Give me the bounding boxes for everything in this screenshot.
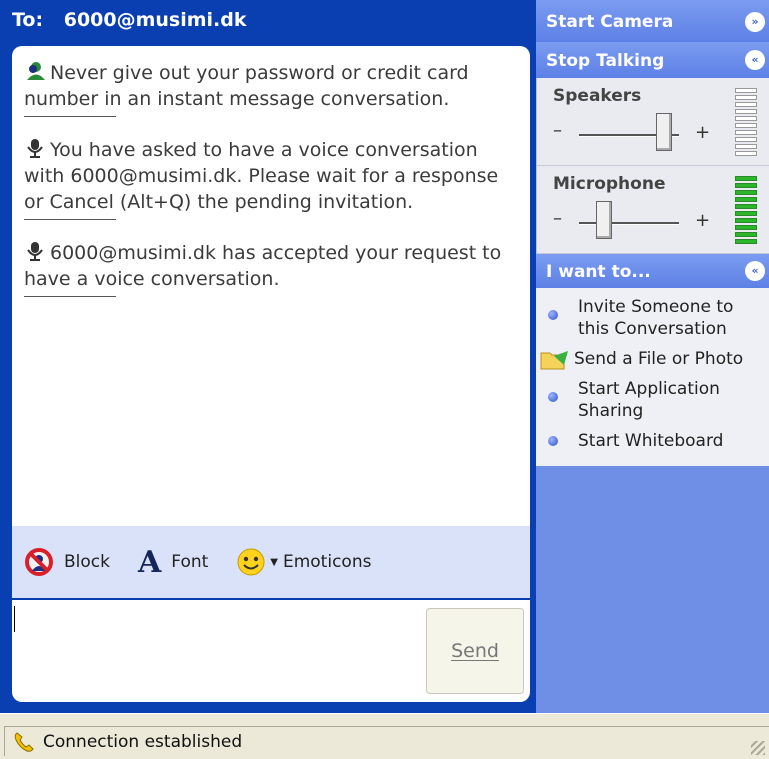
smiley-icon <box>237 548 265 576</box>
microphone-level-meter <box>735 176 757 250</box>
task-invite[interactable]: Invite Someone to this Conversation <box>536 296 769 340</box>
microphone-icon <box>27 139 43 158</box>
message-divider <box>24 296 116 297</box>
font-button[interactable]: A Font <box>138 545 208 580</box>
microphone-plus: + <box>695 210 711 231</box>
send-button[interactable]: Send <box>426 608 524 694</box>
bullet-icon <box>548 310 558 320</box>
font-icon: A <box>137 544 162 580</box>
bullet-icon <box>548 392 558 402</box>
message-divider <box>24 219 116 220</box>
start-camera-button[interactable]: Start Camera » <box>536 0 769 42</box>
speakers-row: Speakers – + <box>537 78 769 166</box>
microphone-minus: – <box>553 208 562 229</box>
emoticons-button[interactable]: ▼ Emoticons <box>236 547 371 577</box>
recipient-bar: To: 6000@musimi.dk <box>0 0 536 44</box>
speakers-level-meter <box>735 88 757 162</box>
resize-grip[interactable] <box>751 741 765 755</box>
i-want-to-header[interactable]: I want to... « <box>536 254 769 288</box>
message-1: Never give out your password or credit c… <box>24 62 469 110</box>
bullet-icon <box>548 436 558 446</box>
status-text: Connection established <box>43 731 243 752</box>
message-input[interactable]: Send <box>12 600 530 702</box>
audio-controls: Speakers – + Microphone – + <box>536 78 769 254</box>
task-whiteboard[interactable]: Start Whiteboard <box>536 430 769 452</box>
side-panel: Start Camera » Stop Talking « Speakers –… <box>536 0 769 713</box>
block-button[interactable]: Block <box>24 547 110 577</box>
stop-talking-button[interactable]: Stop Talking « <box>536 42 769 78</box>
expand-chevron-icon[interactable]: » <box>745 12 765 32</box>
microphone-label: Microphone <box>553 174 666 194</box>
message-2: You have asked to have a voice conversat… <box>24 139 499 213</box>
conversation-pane: To: 6000@musimi.dk Never give out your p… <box>0 0 536 713</box>
dropdown-arrow-icon: ▼ <box>270 556 278 568</box>
recipient-address[interactable]: 6000@musimi.dk <box>64 9 247 31</box>
formatting-toolbar: Block A Font ▼ Emoticons <box>12 526 530 598</box>
speakers-slider-thumb[interactable] <box>656 113 672 151</box>
block-icon <box>25 548 53 576</box>
collapse-chevron-icon[interactable]: « <box>745 261 765 281</box>
speakers-label: Speakers <box>553 86 642 106</box>
folder-send-icon <box>540 351 568 370</box>
conversation-history[interactable]: Never give out your password or credit c… <box>12 46 530 526</box>
message-divider <box>24 116 116 117</box>
phone-icon <box>14 731 34 752</box>
message-3: 6000@musimi.dk has accepted your request… <box>24 242 502 290</box>
speakers-plus: + <box>695 122 711 143</box>
microphone-icon <box>27 242 43 261</box>
task-send-file[interactable]: Send a File or Photo <box>536 348 769 370</box>
buddy-icon <box>27 62 45 80</box>
microphone-slider-thumb[interactable] <box>596 201 612 239</box>
status-bar: Connection established <box>0 713 769 759</box>
microphone-row: Microphone – + <box>537 166 769 254</box>
to-label: To: <box>12 9 44 31</box>
task-list: Invite Someone to this Conversation Send… <box>536 288 769 466</box>
speakers-minus: – <box>553 120 562 141</box>
task-app-sharing[interactable]: Start Application Sharing <box>536 378 769 422</box>
microphone-slider-track[interactable] <box>579 222 679 225</box>
text-caret <box>14 606 15 632</box>
collapse-chevron-icon[interactable]: « <box>745 50 765 70</box>
